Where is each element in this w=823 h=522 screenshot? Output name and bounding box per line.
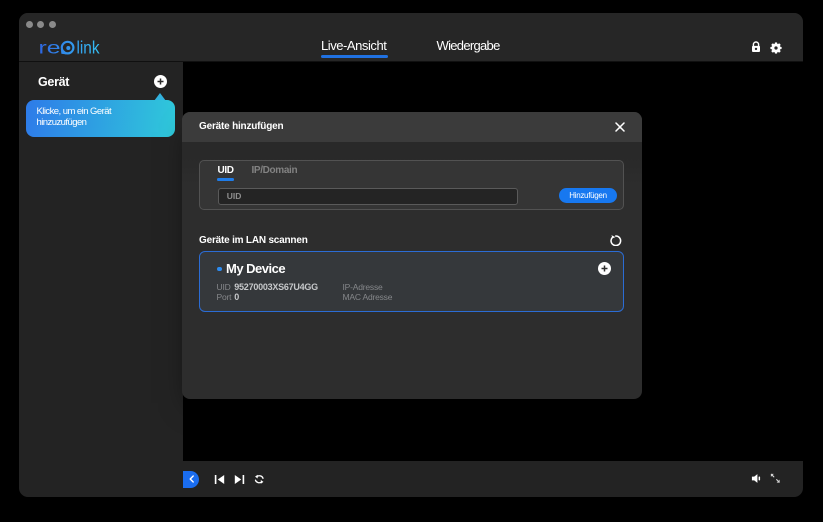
svg-text:link: link (77, 38, 100, 58)
svg-text:re: re (39, 38, 61, 58)
